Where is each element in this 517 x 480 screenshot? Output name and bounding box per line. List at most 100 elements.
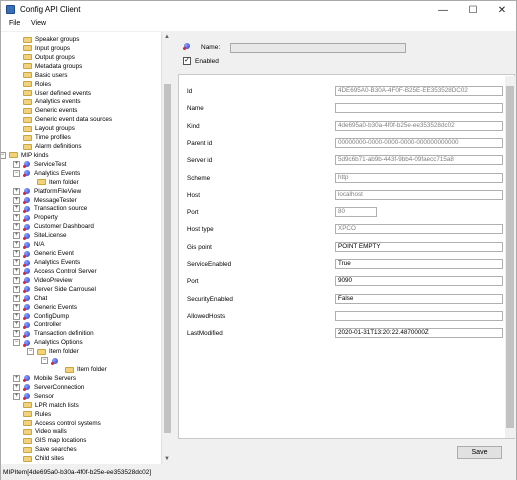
tree-item[interactable]: + Transaction definition	[13, 329, 94, 338]
expand-icon[interactable]: +	[13, 259, 20, 266]
tree-item[interactable]: Generic event data sources	[23, 115, 112, 124]
property-value-field[interactable]: localhost	[335, 189, 503, 200]
tree-item[interactable]: Output groups	[23, 53, 75, 62]
tree-item[interactable]: + SiteLicense	[13, 231, 67, 240]
expand-icon[interactable]: +	[13, 232, 20, 240]
property-value-field[interactable]: False	[335, 293, 503, 304]
expand-icon[interactable]: +	[13, 196, 20, 204]
tree-item[interactable]: − MIP kinds	[1, 151, 49, 160]
tree-item[interactable]: + Server Side Carrousel	[13, 285, 96, 294]
properties-scrollbar[interactable]	[505, 76, 515, 438]
property-value-field[interactable]: POINT EMPTY	[335, 241, 503, 252]
property-value-field[interactable]: http	[335, 172, 503, 183]
tree-item[interactable]: + N/A	[13, 240, 45, 249]
menu-file[interactable]: File	[9, 20, 20, 27]
tree-item[interactable]: + ServiceTest	[13, 160, 67, 169]
tree-item[interactable]: GIS map locations	[23, 436, 86, 445]
collapse-icon[interactable]: −	[13, 169, 20, 177]
save-button[interactable]: Save	[457, 446, 502, 459]
tree-item[interactable]: Layout groups	[23, 124, 75, 133]
property-value-field[interactable]: 4DE695A0-B30A-4F0F-B25E-EE353528DC02	[335, 86, 503, 96]
tree-item[interactable]: Analytics events	[23, 97, 81, 106]
tree-item[interactable]: Basic users	[23, 71, 68, 80]
scroll-down-icon[interactable]: ▼	[162, 454, 172, 464]
tree-item[interactable]: Speaker groups	[23, 35, 79, 44]
property-value-field[interactable]: True	[335, 259, 503, 269]
tree-item[interactable]: Item folder	[65, 365, 107, 374]
expand-icon[interactable]: +	[13, 383, 20, 391]
tree-item[interactable]: + Analytics Events	[13, 258, 80, 267]
expand-icon[interactable]: +	[13, 250, 20, 258]
expand-icon[interactable]: +	[13, 374, 20, 382]
tree-item[interactable]: − Analytics Options	[13, 338, 83, 347]
tree-item[interactable]: Access control systems	[23, 419, 101, 428]
property-value-field[interactable]: 5d9c6b71-ab9b-443f-9bb4-09faecc715a8	[335, 155, 503, 166]
property-value-field[interactable]: 2020-01-31T13:20:22.4870000Z	[335, 328, 503, 339]
expand-icon[interactable]: +	[13, 321, 20, 329]
tree-item[interactable]: User defined events	[23, 89, 91, 98]
tree-scrollbar[interactable]: ▲ ▼	[161, 32, 172, 464]
tree-item[interactable]: Generic events	[23, 106, 77, 115]
tree-item[interactable]: Metadata groups	[23, 62, 82, 71]
menu-view[interactable]: View	[31, 20, 46, 27]
tree-item[interactable]: Time profiles	[23, 133, 71, 142]
scroll-up-icon[interactable]: ▲	[162, 32, 172, 42]
collapse-icon[interactable]: −	[1, 151, 6, 159]
expand-icon[interactable]: +	[13, 392, 20, 400]
expand-icon[interactable]: +	[13, 205, 20, 213]
expand-icon[interactable]: +	[13, 312, 20, 320]
collapse-icon[interactable]: −	[27, 348, 34, 356]
expand-icon[interactable]: +	[13, 303, 20, 311]
property-value-field[interactable]	[335, 103, 503, 114]
tree-item[interactable]: + Generic Event	[13, 249, 74, 258]
tree-item[interactable]: + ConfigDump	[13, 312, 69, 321]
minimize-button[interactable]: —	[428, 1, 458, 19]
expand-icon[interactable]: +	[13, 160, 20, 168]
expand-icon[interactable]: +	[13, 285, 20, 293]
property-value-field[interactable]: 9090	[335, 276, 503, 287]
expand-icon[interactable]: +	[13, 214, 20, 222]
tree-item[interactable]: + Sensor	[13, 392, 54, 401]
expand-icon[interactable]: +	[13, 294, 20, 302]
tree-item[interactable]: + Chat	[13, 294, 47, 303]
property-value-field[interactable]: 4de695a0-b30a-4f0f-b25e-ee353528dc02	[335, 120, 503, 131]
tree-item[interactable]: + PlatformFileView	[13, 187, 81, 196]
tree-item[interactable]: Rules	[23, 410, 51, 419]
tree-item[interactable]: − Analytics Events	[13, 169, 80, 178]
tree-item[interactable]: + Access Control Server	[13, 267, 97, 276]
tree-item[interactable]: − Item folder	[27, 347, 79, 356]
tree-item[interactable]: Roles	[23, 80, 51, 89]
tree-item[interactable]: Alarm definitions	[23, 142, 82, 151]
enabled-checkbox[interactable]: ✓	[183, 57, 191, 65]
tree-item[interactable]: Video walls	[23, 427, 67, 436]
tree-panel[interactable]: Speaker groups Input groups Output groups M…	[1, 32, 172, 464]
tree-item[interactable]: Item folder	[37, 178, 79, 187]
expand-icon[interactable]: +	[13, 223, 20, 231]
tree-scroll-thumb[interactable]	[164, 84, 171, 433]
tree-item[interactable]: Save searches	[23, 445, 77, 454]
tree-item[interactable]: + MessageTester	[13, 196, 77, 205]
expand-icon[interactable]: +	[13, 330, 20, 338]
tree-item[interactable]: LPR match lists	[23, 401, 79, 410]
tree-item[interactable]: + Controller	[13, 320, 61, 329]
tree-item[interactable]: + Generic Events	[13, 303, 77, 312]
tree-item[interactable]: + Property	[13, 213, 58, 222]
tree-item[interactable]: + Mobile Servers	[13, 374, 76, 383]
property-value-field[interactable]: 80	[335, 207, 377, 218]
tree-item[interactable]: Child sites	[23, 454, 64, 463]
expand-icon[interactable]: +	[13, 187, 20, 195]
property-value-field[interactable]: 00000000-0000-0000-0000-000000000000	[335, 137, 503, 148]
collapse-icon[interactable]: −	[13, 339, 20, 347]
close-button[interactable]: ✕	[487, 1, 517, 19]
tree-item[interactable]: + Customer Dashboard	[13, 222, 94, 231]
property-value-field[interactable]: XPCO	[335, 224, 503, 235]
expand-icon[interactable]: +	[13, 267, 20, 275]
tree-item[interactable]: + Transaction source	[13, 204, 87, 213]
collapse-icon[interactable]: −	[41, 357, 48, 365]
property-value-field[interactable]	[335, 310, 503, 321]
tree-item[interactable]: + ServerConnection	[13, 383, 84, 392]
tree-item[interactable]: Input groups	[23, 44, 70, 53]
properties-scroll-thumb[interactable]	[506, 86, 514, 428]
expand-icon[interactable]: +	[13, 276, 20, 284]
tree-item[interactable]: + VideoPreview	[13, 276, 72, 285]
